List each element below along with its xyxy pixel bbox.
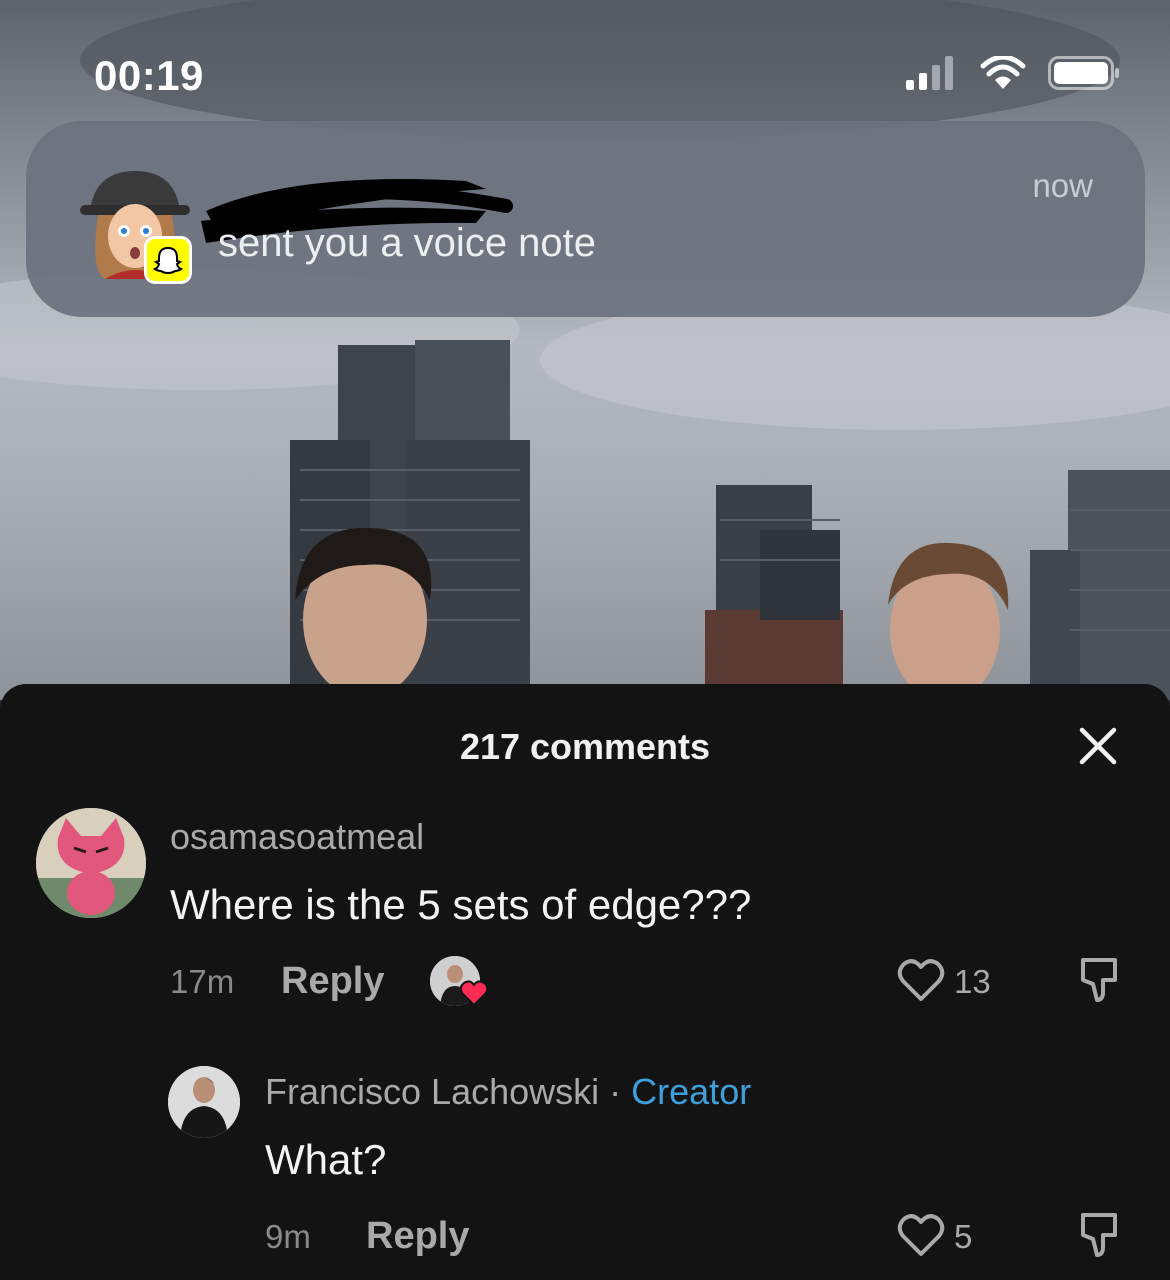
status-time: 00:19	[94, 52, 204, 99]
notification-message: sent you a voice note	[218, 221, 597, 265]
reply-username-line: Francisco Lachowski · Creator	[265, 1071, 751, 1113]
status-icons	[906, 56, 1120, 90]
like-count: 13	[954, 963, 991, 1000]
comment-text: Where is the 5 sets of edge???	[170, 881, 752, 928]
cellular-signal-icon	[906, 56, 953, 90]
comment-reply-button[interactable]: Reply	[281, 960, 384, 1003]
dislike-icon[interactable]	[1077, 956, 1121, 1004]
comments-sheet: 217 comments osamasoatmeal Where is the …	[0, 684, 1170, 1280]
creator-avatar[interactable]	[168, 1066, 240, 1138]
reply-separator: ·	[609, 1071, 622, 1112]
wifi-icon	[980, 56, 1026, 89]
comment-time: 17m	[170, 963, 235, 1000]
comments-count-title: 217 comments	[459, 726, 711, 767]
skyline-background	[0, 0, 1170, 700]
like-heart-icon[interactable]	[897, 958, 945, 1002]
reply-username[interactable]: Francisco Lachowski	[265, 1071, 599, 1112]
commenter-avatar[interactable]	[36, 808, 146, 918]
reply-dislike-icon[interactable]	[1077, 1211, 1121, 1259]
battery-icon	[1048, 56, 1119, 90]
video-frame	[0, 0, 1170, 700]
creator-liked-heart-icon	[460, 980, 488, 1006]
reply-text: What?	[265, 1136, 387, 1183]
reply-like-count: 5	[954, 1218, 973, 1255]
creator-badge: Creator	[631, 1071, 752, 1112]
notification-time: now	[1032, 167, 1093, 204]
snapchat-notification[interactable]: sent you a voice note now	[26, 121, 1145, 317]
reply-time: 9m	[265, 1218, 311, 1255]
reply-like-heart-icon[interactable]	[897, 1213, 945, 1257]
comment-username[interactable]: osamasoatmeal	[170, 816, 424, 858]
close-icon[interactable]	[1078, 726, 1118, 766]
reply-reply-button[interactable]: Reply	[366, 1215, 469, 1258]
